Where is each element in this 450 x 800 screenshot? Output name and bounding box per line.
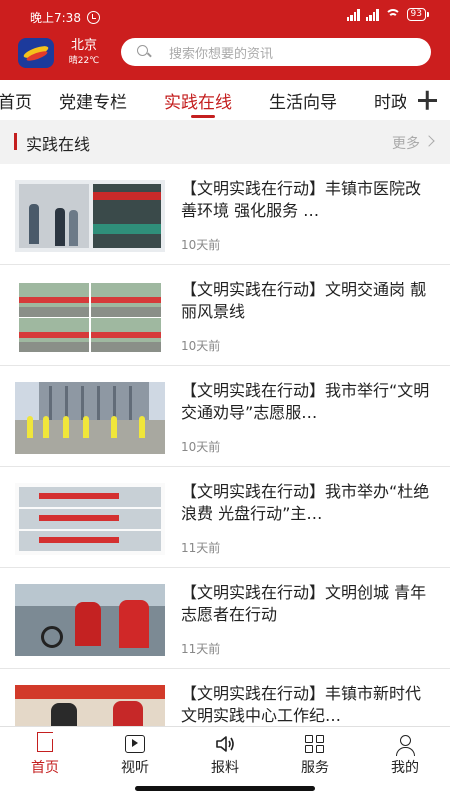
search-placeholder: 搜索你想要的资讯 bbox=[169, 46, 274, 62]
article-date: 11天前 bbox=[181, 642, 221, 656]
list-item[interactable]: 【文明实践在行动】丰镇市医院改善环境 强化服务 … 10天前 bbox=[0, 164, 450, 265]
add-tab-icon[interactable] bbox=[406, 80, 450, 120]
speaker-icon bbox=[216, 736, 234, 752]
search-input[interactable]: 搜索你想要的资讯 bbox=[121, 38, 431, 66]
list-item[interactable]: 【文明实践在行动】我市举办“杜绝浪费 光盘行动”主… 11天前 bbox=[0, 467, 450, 568]
nav-video-label: 视听 bbox=[121, 760, 149, 776]
article-thumbnail bbox=[15, 685, 165, 726]
nav-report[interactable]: 报料 bbox=[180, 727, 270, 779]
article-title: 【文明实践在行动】我市举办“杜绝浪费 光盘行动”主… bbox=[181, 482, 430, 523]
tab-life[interactable]: 生活向导 bbox=[269, 88, 337, 113]
section-accent bbox=[14, 133, 17, 150]
article-thumbnail bbox=[15, 584, 165, 656]
tab-party[interactable]: 党建专栏 bbox=[59, 88, 127, 113]
article-title: 【文明实践在行动】文明交通岗 靓丽风景线 bbox=[181, 280, 427, 321]
article-title: 【文明实践在行动】我市举行“文明交通劝导”志愿服… bbox=[181, 381, 430, 422]
article-date: 11天前 bbox=[181, 541, 221, 555]
home-icon-body bbox=[37, 739, 53, 752]
nav-services[interactable]: 服务 bbox=[270, 727, 360, 779]
battery-icon: 93 bbox=[406, 8, 430, 21]
app-logo[interactable] bbox=[18, 38, 54, 68]
article-list: 【文明实践在行动】丰镇市医院改善环境 强化服务 … 10天前 【文明实践在行动】… bbox=[0, 164, 450, 726]
nav-video[interactable]: 视听 bbox=[90, 727, 180, 779]
list-item[interactable]: 【文明实践在行动】丰镇市新时代文明实践中心工作纪… bbox=[0, 669, 450, 726]
more-link[interactable]: 更多 bbox=[392, 133, 420, 153]
status-indicators: 93 bbox=[346, 8, 430, 21]
article-title: 【文明实践在行动】文明创城 青年志愿者在行动 bbox=[181, 583, 427, 624]
article-date: 10天前 bbox=[181, 238, 221, 252]
article-date: 10天前 bbox=[181, 440, 221, 454]
app-header: 晚上7:38 93 北京 晴22℃ 搜索你想要的资讯 bbox=[0, 0, 450, 80]
video-icon bbox=[125, 735, 145, 753]
list-item[interactable]: 【文明实践在行动】我市举行“文明交通劝导”志愿服… 10天前 bbox=[0, 366, 450, 467]
signal-icon-2 bbox=[365, 8, 379, 21]
article-thumbnail bbox=[15, 382, 165, 454]
status-time: 晚上7:38 bbox=[30, 9, 100, 26]
list-item[interactable]: 【文明实践在行动】文明创城 青年志愿者在行动 11天前 bbox=[0, 568, 450, 669]
city-name: 北京 bbox=[70, 38, 97, 53]
list-item[interactable]: 【文明实践在行动】文明交通岗 靓丽风景线 10天前 bbox=[0, 265, 450, 366]
city-weather[interactable]: 北京 晴22℃ bbox=[62, 38, 106, 68]
alarm-icon bbox=[86, 11, 100, 24]
nav-profile[interactable]: 我的 bbox=[360, 727, 450, 779]
nav-home[interactable]: 首页 bbox=[0, 727, 90, 779]
article-thumbnail bbox=[15, 281, 165, 353]
wifi-icon bbox=[384, 8, 401, 21]
article-title: 【文明实践在行动】丰镇市医院改善环境 强化服务 … bbox=[181, 179, 422, 220]
article-thumbnail bbox=[15, 180, 165, 252]
chevron-right-icon[interactable] bbox=[423, 135, 435, 147]
user-icon bbox=[395, 735, 415, 756]
nav-home-label: 首页 bbox=[31, 760, 59, 776]
article-thumbnail bbox=[15, 483, 165, 555]
active-tab-indicator bbox=[191, 115, 215, 118]
tab-politics[interactable]: 时政 bbox=[374, 88, 408, 113]
signal-icon bbox=[346, 8, 360, 21]
article-date: 10天前 bbox=[181, 339, 221, 353]
nav-services-label: 服务 bbox=[301, 760, 329, 776]
nav-profile-label: 我的 bbox=[391, 760, 419, 776]
nav-report-label: 报料 bbox=[211, 760, 239, 776]
search-icon bbox=[137, 45, 151, 59]
weather-text: 晴22℃ bbox=[68, 56, 100, 66]
article-title: 【文明实践在行动】丰镇市新时代文明实践中心工作纪… bbox=[181, 684, 422, 725]
section-header: 实践在线 更多 bbox=[0, 120, 450, 164]
grid-icon bbox=[305, 735, 325, 753]
status-bar: 晚上7:38 93 bbox=[0, 0, 450, 34]
home-indicator[interactable] bbox=[135, 786, 315, 791]
clock-text: 晚上7:38 bbox=[30, 11, 81, 25]
tab-home[interactable]: 首页 bbox=[0, 88, 32, 113]
tab-practice[interactable]: 实践在线 bbox=[164, 88, 232, 113]
section-title: 实践在线 bbox=[26, 135, 91, 154]
category-tabs: 首页 党建专栏 实践在线 生活向导 时政 bbox=[0, 80, 450, 120]
